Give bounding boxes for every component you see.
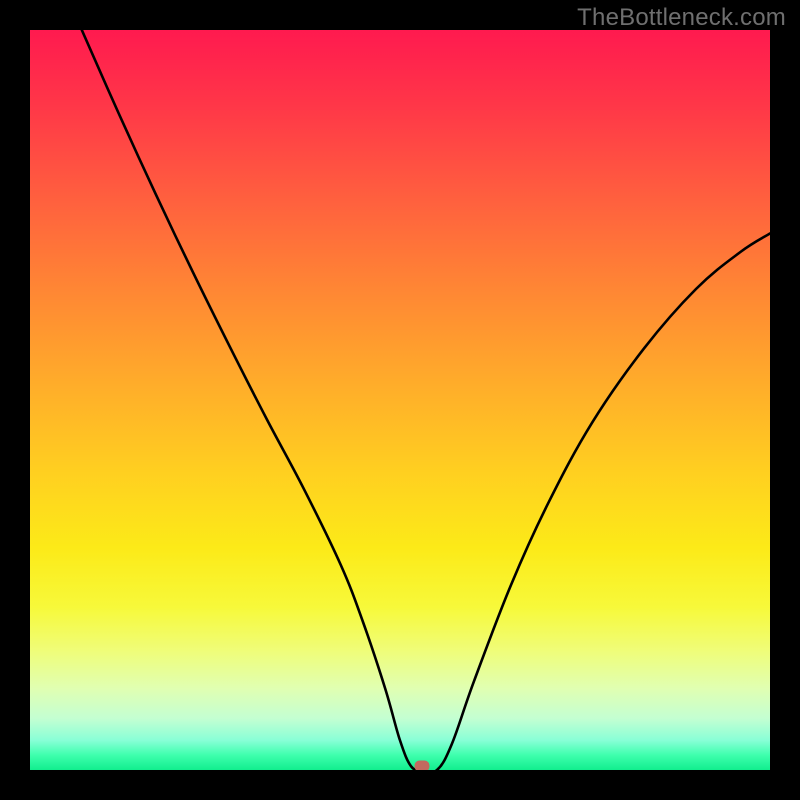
optimal-point-marker bbox=[415, 761, 430, 770]
bottleneck-curve bbox=[30, 30, 770, 770]
watermark-text: TheBottleneck.com bbox=[577, 4, 786, 32]
plot-area bbox=[30, 30, 770, 770]
chart-frame: TheBottleneck.com bbox=[0, 0, 800, 800]
